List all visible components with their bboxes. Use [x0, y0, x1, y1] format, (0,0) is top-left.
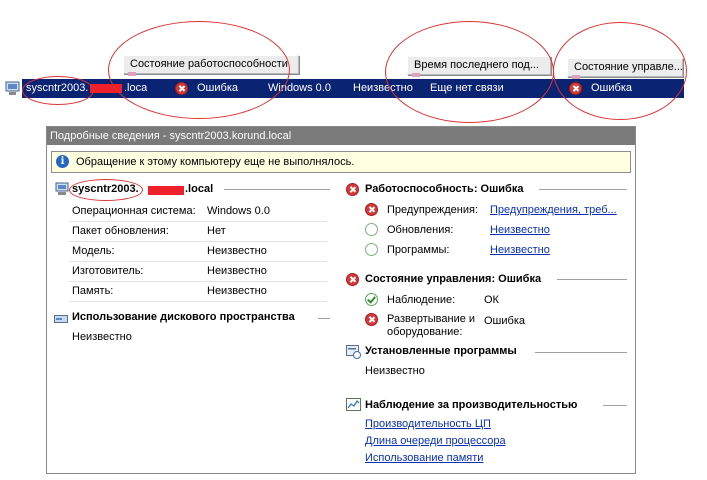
prop-label-model: Модель: [72, 245, 115, 257]
section-rule [539, 189, 627, 190]
status-unknown-icon [365, 243, 378, 256]
details-title: Подробные сведения - syscntr2003.korund.… [47, 127, 635, 145]
info-icon: i [56, 155, 69, 168]
section-rule [318, 318, 330, 319]
prop-value-model: Неизвестно [207, 245, 267, 257]
management-label-deploy-1: Развертывание и [387, 313, 476, 325]
disk-icon [54, 315, 68, 323]
error-icon [365, 203, 378, 216]
separator [69, 241, 327, 242]
performance-chart-icon [346, 398, 361, 411]
computer-name-suffix: .local [185, 183, 214, 195]
management-value-deploy: Ошибка [484, 315, 525, 327]
annotation-ellipse [22, 76, 94, 105]
info-bar: i Обращение к этому компьютеру еще не вы… [51, 151, 631, 173]
installed-programs-value: Неизвестно [365, 365, 425, 377]
updates-link[interactable]: Неизвестно [490, 224, 550, 236]
section-rule [557, 279, 627, 280]
status-unknown-icon [365, 223, 378, 236]
error-icon [346, 183, 359, 196]
computer-icon [55, 182, 69, 195]
disk-usage-value: Неизвестно [72, 331, 132, 343]
installed-programs-icon [346, 345, 361, 359]
health-title: Работоспособность: Ошибка [365, 183, 524, 195]
management-value-monitoring: ОК [484, 294, 499, 306]
annotation-ellipse [108, 21, 290, 119]
programs-link[interactable]: Неизвестно [490, 244, 550, 256]
management-label-monitoring: Наблюдение: [387, 294, 456, 306]
prop-label-sp: Пакет обновления: [72, 225, 169, 237]
redaction-mark [148, 186, 184, 195]
separator [69, 261, 327, 262]
cpu-performance-link[interactable]: Производительность ЦП [365, 418, 491, 430]
health-label-warnings: Предупреждения: [387, 204, 479, 216]
disk-usage-title: Использование дискового пространства [72, 311, 295, 323]
prop-value-memory: Неизвестно [207, 285, 267, 297]
management-label-deploy-2: оборудование: [387, 326, 463, 338]
error-icon [365, 313, 378, 326]
performance-title: Наблюдение за производительностью [365, 399, 578, 411]
processor-queue-link[interactable]: Длина очереди процессора [365, 435, 506, 447]
annotation-ellipse [385, 21, 554, 123]
prop-label-vendor: Изготовитель: [72, 265, 144, 277]
health-label-programs: Программы: [387, 244, 450, 256]
separator [69, 221, 327, 222]
management-title: Состояние управления: Ошибка [365, 273, 542, 285]
prop-value-sp: Нет [207, 225, 226, 237]
details-panel: Подробные сведения - syscntr2003.korund.… [46, 126, 636, 474]
status-ok-icon [365, 293, 378, 306]
section-rule [535, 352, 627, 353]
section-rule [224, 189, 330, 190]
installed-programs-title: Установленные программы [365, 345, 517, 357]
memory-usage-link[interactable]: Использование памяти [365, 452, 483, 464]
separator [69, 281, 327, 282]
prop-label-os: Операционная система: [72, 205, 196, 217]
prop-value-vendor: Неизвестно [207, 265, 267, 277]
prop-value-os: Windows 0.0 [207, 205, 270, 217]
info-message: Обращение к этому компьютеру еще не выпо… [76, 156, 355, 168]
prop-label-memory: Память: [72, 285, 114, 297]
warnings-link[interactable]: Предупреждения, треб... [490, 204, 617, 216]
section-rule [603, 405, 627, 406]
health-label-updates: Обновления: [387, 224, 454, 236]
annotation-ellipse [69, 179, 143, 201]
separator [69, 301, 327, 302]
error-icon [346, 273, 359, 286]
computer-icon [5, 81, 20, 95]
annotation-ellipse [553, 22, 687, 120]
